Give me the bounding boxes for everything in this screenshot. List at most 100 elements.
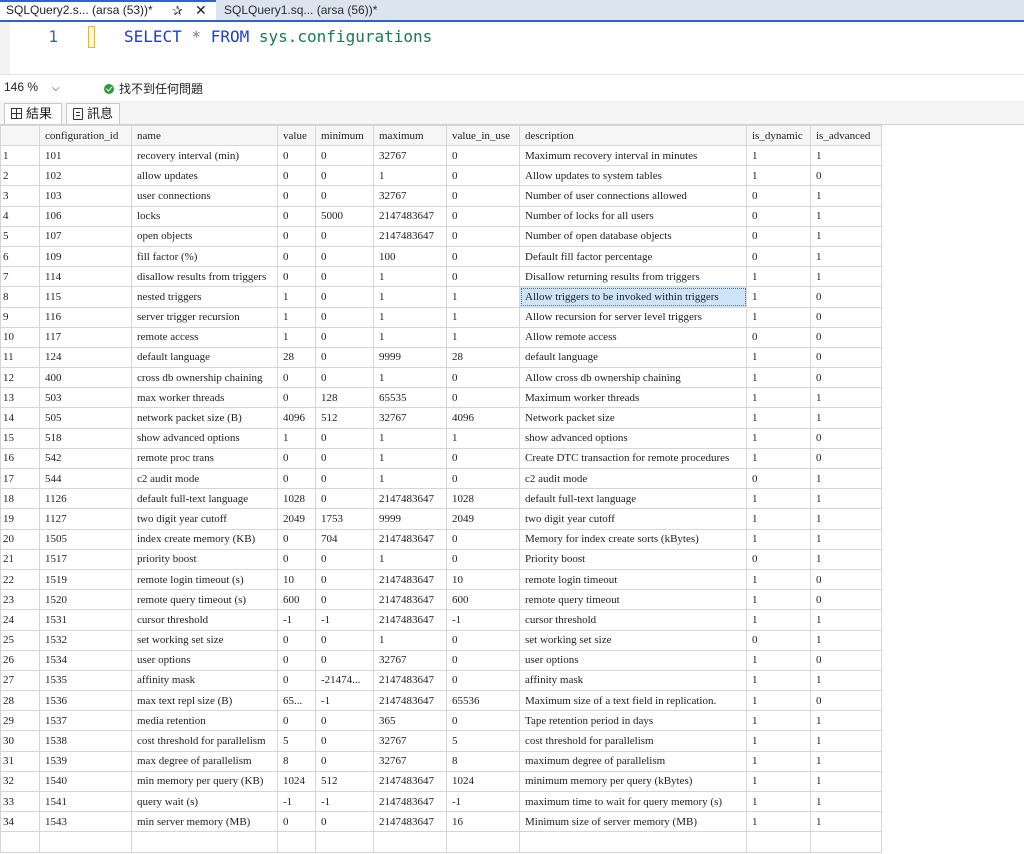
- cell-value[interactable]: 1: [277, 306, 316, 328]
- table-row[interactable]: 25 1532 set working set size 0 0 1 0 set workin…: [0, 629, 882, 651]
- cell-configuration-id[interactable]: 1532: [39, 629, 132, 651]
- cell-minimum[interactable]: 0: [315, 326, 374, 348]
- table-row[interactable]: 13 503 max worker threads 0 128 65535 0 Maximum…: [0, 387, 882, 409]
- cell-is-dynamic[interactable]: 1: [746, 144, 811, 167]
- cell-is-advanced[interactable]: 1: [810, 528, 882, 550]
- cell-value[interactable]: -1: [277, 609, 316, 631]
- cell-is-dynamic[interactable]: 1: [746, 367, 811, 389]
- cell-name[interactable]: remote proc trans: [131, 447, 278, 470]
- cell-minimum[interactable]: [315, 831, 374, 853]
- cell-maximum[interactable]: 1: [373, 467, 447, 490]
- table-row[interactable]: 29 1537 media retention 0 0 365 0 Tape retentio…: [0, 710, 882, 732]
- cell-maximum[interactable]: 2147483647: [373, 609, 447, 631]
- cell-value-in-use[interactable]: 0: [446, 649, 520, 671]
- cell-row-number[interactable]: 29: [0, 710, 40, 732]
- cell-value-in-use[interactable]: 1: [446, 286, 520, 308]
- cell-value-in-use[interactable]: 4096: [446, 407, 520, 429]
- cell-configuration-id[interactable]: 503: [39, 387, 132, 409]
- cell-minimum[interactable]: 0: [315, 447, 374, 470]
- table-row[interactable]: 6 109 fill factor (%) 0 0 100 0 Default fill fa…: [0, 245, 882, 268]
- close-icon[interactable]: ✕: [195, 2, 207, 19]
- table-row[interactable]: 18 1126 default full-text language 1028 0 214…: [0, 488, 882, 510]
- table-row[interactable]: 20 1505 index create memory (KB) 0 704 214748…: [0, 528, 882, 550]
- cell-maximum[interactable]: 32767: [373, 407, 447, 429]
- cell-is-advanced[interactable]: 0: [810, 165, 882, 187]
- table-row[interactable]: 23 1520 remote query timeout (s) 600 0 214748…: [0, 589, 882, 611]
- cell-is-dynamic[interactable]: 1: [746, 447, 811, 470]
- cell-is-advanced[interactable]: 0: [810, 306, 882, 328]
- cell-value-in-use[interactable]: 0: [446, 367, 520, 389]
- cell-configuration-id[interactable]: 400: [39, 367, 132, 389]
- cell-row-number[interactable]: 13: [0, 387, 40, 409]
- cell-value[interactable]: 5: [277, 730, 316, 752]
- cell-name[interactable]: affinity mask: [131, 669, 278, 692]
- cell-name[interactable]: allow updates: [131, 165, 278, 187]
- table-row[interactable]: 3 103 user connections 0 0 32767 0 Number of us…: [0, 185, 882, 207]
- cell-value[interactable]: 0: [277, 669, 316, 692]
- cell-minimum[interactable]: 0: [315, 286, 374, 308]
- cell-value-in-use[interactable]: 1028: [446, 488, 520, 510]
- cell-row-number[interactable]: 11: [0, 346, 40, 369]
- cell-name[interactable]: default full-text language: [131, 488, 278, 510]
- cell-value[interactable]: 0: [277, 165, 316, 187]
- cell-value-in-use[interactable]: [446, 831, 520, 853]
- cell-value[interactable]: 1: [277, 427, 316, 449]
- cell-is-advanced[interactable]: 1: [810, 467, 882, 490]
- cell-minimum[interactable]: -21474...: [315, 669, 374, 692]
- cell-configuration-id[interactable]: 1536: [39, 690, 132, 712]
- cell-name[interactable]: index create memory (KB): [131, 528, 278, 550]
- cell-value-in-use[interactable]: 1: [446, 427, 520, 449]
- cell-is-advanced[interactable]: 1: [810, 407, 882, 429]
- cell-row-number[interactable]: 3: [0, 185, 40, 207]
- cell-description[interactable]: set working set size: [519, 629, 747, 651]
- cell-description[interactable]: cost threshold for parallelism: [519, 730, 747, 752]
- cell-description[interactable]: Allow remote access: [519, 326, 747, 348]
- cell-row-number[interactable]: 9: [0, 306, 40, 328]
- cell-configuration-id[interactable]: 101: [39, 144, 132, 167]
- table-row[interactable]: 27 1535 affinity mask 0 -21474... 2147483647 0…: [0, 669, 882, 692]
- cell-maximum[interactable]: 100: [373, 245, 447, 268]
- issues-indicator[interactable]: 找不到任何問題: [104, 80, 203, 97]
- cell-name[interactable]: max text repl size (B): [131, 690, 278, 712]
- cell-maximum[interactable]: 65535: [373, 387, 447, 409]
- cell-minimum[interactable]: 128: [315, 387, 374, 409]
- cell-description[interactable]: Disallow returning results from triggers: [519, 266, 747, 288]
- cell-description[interactable]: maximum degree of parallelism: [519, 750, 747, 772]
- query-editor[interactable]: 1 SELECT * FROM sys.configurations: [0, 22, 1024, 74]
- cell-description[interactable]: user options: [519, 649, 747, 671]
- cell-is-advanced[interactable]: 1: [810, 488, 882, 510]
- cell-value[interactable]: 28: [277, 346, 316, 369]
- cell-maximum[interactable]: 1: [373, 548, 447, 570]
- cell-minimum[interactable]: 0: [315, 165, 374, 187]
- cell-is-dynamic[interactable]: 1: [746, 710, 811, 732]
- table-row[interactable]: 4 106 locks 0 5000 2147483647 0 Number of locks…: [0, 205, 882, 227]
- cell-value-in-use[interactable]: 0: [446, 387, 520, 409]
- cell-row-number[interactable]: 32: [0, 770, 40, 793]
- cell-row-number[interactable]: 1: [0, 144, 40, 167]
- cell-description[interactable]: default full-text language: [519, 488, 747, 510]
- cell-name[interactable]: set working set size: [131, 629, 278, 651]
- cell-configuration-id[interactable]: 1540: [39, 770, 132, 793]
- cell-description[interactable]: Allow recursion for server level trigger…: [519, 306, 747, 328]
- cell-value[interactable]: 0: [277, 245, 316, 268]
- cell-minimum[interactable]: -1: [315, 790, 374, 813]
- cell-value[interactable]: 0: [277, 367, 316, 389]
- cell-value-in-use[interactable]: 0: [446, 165, 520, 187]
- cell-value[interactable]: 0: [277, 528, 316, 550]
- cell-name[interactable]: network packet size (B): [131, 407, 278, 429]
- cell-minimum[interactable]: 0: [315, 629, 374, 651]
- cell-configuration-id[interactable]: 124: [39, 346, 132, 369]
- table-row[interactable]: 5 107 open objects 0 0 2147483647 0 Number of o…: [0, 225, 882, 247]
- cell-value[interactable]: 600: [277, 589, 316, 611]
- cell-maximum[interactable]: 9999: [373, 508, 447, 530]
- cell-is-dynamic[interactable]: 1: [746, 730, 811, 752]
- cell-is-advanced[interactable]: 0: [810, 427, 882, 449]
- cell-configuration-id[interactable]: 103: [39, 185, 132, 207]
- cell-description[interactable]: two digit year cutoff: [519, 508, 747, 530]
- cell-is-dynamic[interactable]: 1: [746, 488, 811, 510]
- cell-value[interactable]: 0: [277, 548, 316, 570]
- cell-description[interactable]: Minimum size of server memory (MB): [519, 811, 747, 833]
- cell-minimum[interactable]: 0: [315, 367, 374, 389]
- cell-row-number[interactable]: 7: [0, 266, 40, 288]
- cell-is-dynamic[interactable]: 0: [746, 245, 811, 268]
